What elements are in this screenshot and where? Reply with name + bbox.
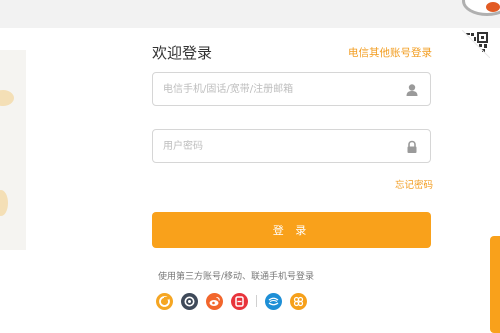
china-mobile-icon[interactable] [265,292,282,310]
lock-icon [405,139,419,153]
login-page: 欢迎登录 电信其他账号登录 忘记密码 登 录 使用第三方账号/移动、联通手 [0,0,500,333]
promo-panel [0,50,26,250]
page-title: 欢迎登录 [152,44,213,62]
account-field[interactable] [152,72,431,106]
login-button[interactable]: 登 录 [152,212,431,248]
third-party-login-icons [156,291,315,311]
promo-decoration [0,190,8,216]
other-account-login-link[interactable]: 电信其他账号登录 [348,45,432,60]
qr-code-toggle-icon[interactable] [461,29,491,59]
password-input[interactable] [163,130,403,162]
side-service-tab[interactable] [490,236,500,333]
china-unicom-icon[interactable] [290,292,307,310]
promo-decoration [0,90,14,106]
alipay-icon[interactable] [156,292,173,310]
user-icon [405,82,419,96]
divider [256,295,257,307]
weibo-icon[interactable] [206,292,223,310]
account-input[interactable] [163,73,403,105]
password-field[interactable] [152,129,431,163]
top-banner [0,0,500,28]
avatar-badge-dot [486,2,500,12]
login-card: 欢迎登录 电信其他账号登录 忘记密码 登 录 使用第三方账号/移动、联通手 [28,28,491,333]
social-icon[interactable] [231,292,248,310]
third-party-login-label: 使用第三方账号/移动、联通手机号登录 [158,272,315,282]
forgot-password-link[interactable]: 忘记密码 [395,177,433,191]
netease-icon[interactable] [181,292,198,310]
